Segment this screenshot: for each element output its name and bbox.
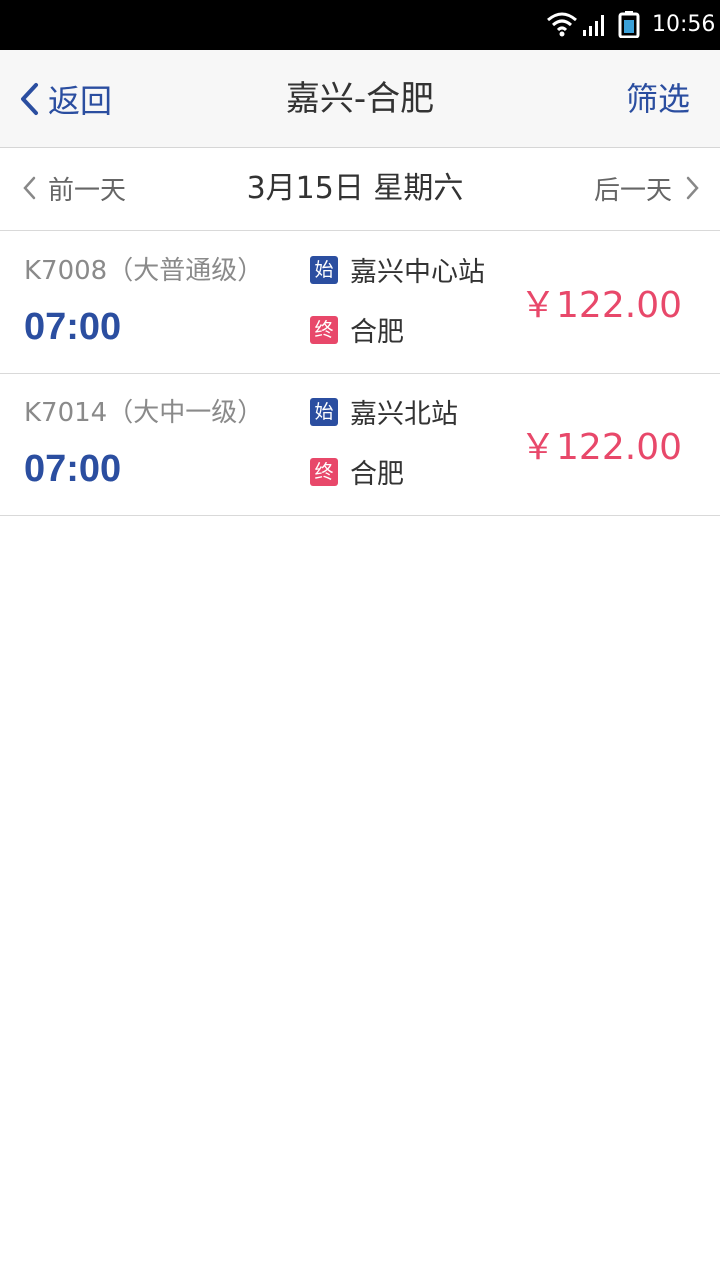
end-station-row: 终 合肥	[310, 310, 404, 349]
train-list: K7008（大普通级） 07:00 始 嘉兴中心站 终 合肥 ￥122.00 K…	[0, 232, 720, 516]
back-label: 返回	[48, 82, 113, 120]
next-day-button[interactable]: 后一天	[594, 149, 700, 227]
train-code: K7008（大普通级）	[24, 256, 264, 286]
end-station-row: 终 合肥	[310, 452, 404, 491]
end-station: 合肥	[350, 459, 404, 490]
train-list-item[interactable]: K7008（大普通级） 07:00 始 嘉兴中心站 终 合肥 ￥122.00	[0, 232, 720, 374]
end-station: 合肥	[350, 317, 404, 348]
start-station-row: 始 嘉兴中心站	[310, 250, 485, 289]
start-station: 嘉兴中心站	[350, 257, 485, 288]
status-time: 10:56	[652, 12, 716, 37]
end-badge: 终	[310, 315, 338, 344]
wifi-icon	[547, 12, 577, 37]
ticket-price: ￥122.00	[520, 427, 682, 468]
chevron-left-icon	[21, 83, 38, 115]
status-bar: 10:56	[0, 0, 720, 50]
start-badge: 始	[310, 397, 338, 426]
date-navigation: 前一天 3月15日 星期六 后一天	[0, 149, 720, 231]
train-code: K7014（大中一级）	[24, 398, 264, 428]
cell-signal-icon	[583, 15, 604, 36]
prev-day-label: 前一天	[48, 175, 127, 206]
end-badge: 终	[310, 457, 338, 486]
chevron-right-icon	[686, 176, 699, 200]
prev-day-button[interactable]: 前一天	[22, 149, 126, 227]
departure-time: 07:00	[24, 306, 122, 348]
chevron-left-icon	[23, 176, 36, 200]
battery-icon	[618, 11, 640, 38]
departure-time: 07:00	[24, 448, 122, 490]
back-button[interactable]: 返回	[18, 50, 112, 148]
filter-button[interactable]: 筛选	[626, 50, 690, 148]
start-station-row: 始 嘉兴北站	[310, 392, 458, 431]
train-list-item[interactable]: K7014（大中一级） 07:00 始 嘉兴北站 终 合肥 ￥122.00	[0, 374, 720, 516]
top-nav-bar: 返回 嘉兴-合肥 筛选	[0, 50, 720, 148]
next-day-label: 后一天	[593, 175, 672, 206]
start-station: 嘉兴北站	[350, 399, 458, 430]
start-badge: 始	[310, 255, 338, 284]
ticket-price: ￥122.00	[520, 285, 682, 326]
